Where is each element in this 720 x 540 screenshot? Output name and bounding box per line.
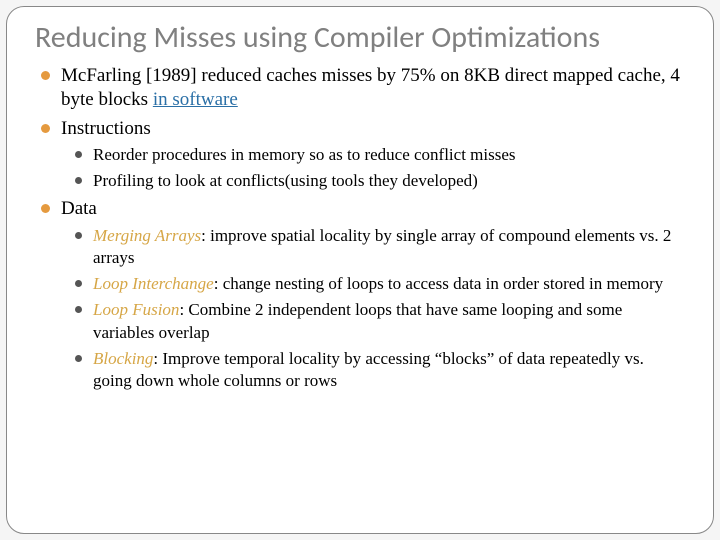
- link-text[interactable]: in software: [153, 89, 238, 110]
- sub-item: Profiling to look at conflicts(using too…: [71, 170, 685, 192]
- slide: Reducing Misses using Compiler Optimizat…: [6, 6, 714, 534]
- term-text: Blocking: [93, 349, 153, 368]
- term-text: Loop Fusion: [93, 300, 179, 319]
- sub-text: : change nesting of loops to access data…: [214, 274, 663, 293]
- sub-item: Loop Fusion: Combine 2 independent loops…: [71, 299, 685, 343]
- sub-item: Reorder procedures in memory so as to re…: [71, 144, 685, 166]
- sub-item: Blocking: Improve temporal locality by a…: [71, 348, 685, 392]
- bullet-item: Data Merging Arrays: improve spatial loc…: [35, 197, 685, 391]
- bullet-text: Instructions: [61, 118, 151, 139]
- term-text: Merging Arrays: [93, 226, 201, 245]
- sub-list: Merging Arrays: improve spatial locality…: [61, 225, 685, 392]
- sub-list: Reorder procedures in memory so as to re…: [61, 144, 685, 192]
- bullet-item: McFarling [1989] reduced caches misses b…: [35, 64, 685, 112]
- sub-text: Reorder procedures in memory so as to re…: [93, 145, 516, 164]
- bullet-list: McFarling [1989] reduced caches misses b…: [35, 64, 685, 392]
- sub-item: Merging Arrays: improve spatial locality…: [71, 225, 685, 269]
- sub-text: : Improve temporal locality by accessing…: [93, 349, 644, 390]
- bullet-text: Data: [61, 198, 97, 219]
- bullet-item: Instructions Reorder procedures in memor…: [35, 117, 685, 193]
- sub-item: Loop Interchange: change nesting of loop…: [71, 273, 685, 295]
- term-text: Loop Interchange: [93, 274, 214, 293]
- sub-text: Profiling to look at conflicts(using too…: [93, 171, 478, 190]
- slide-title: Reducing Misses using Compiler Optimizat…: [35, 21, 685, 54]
